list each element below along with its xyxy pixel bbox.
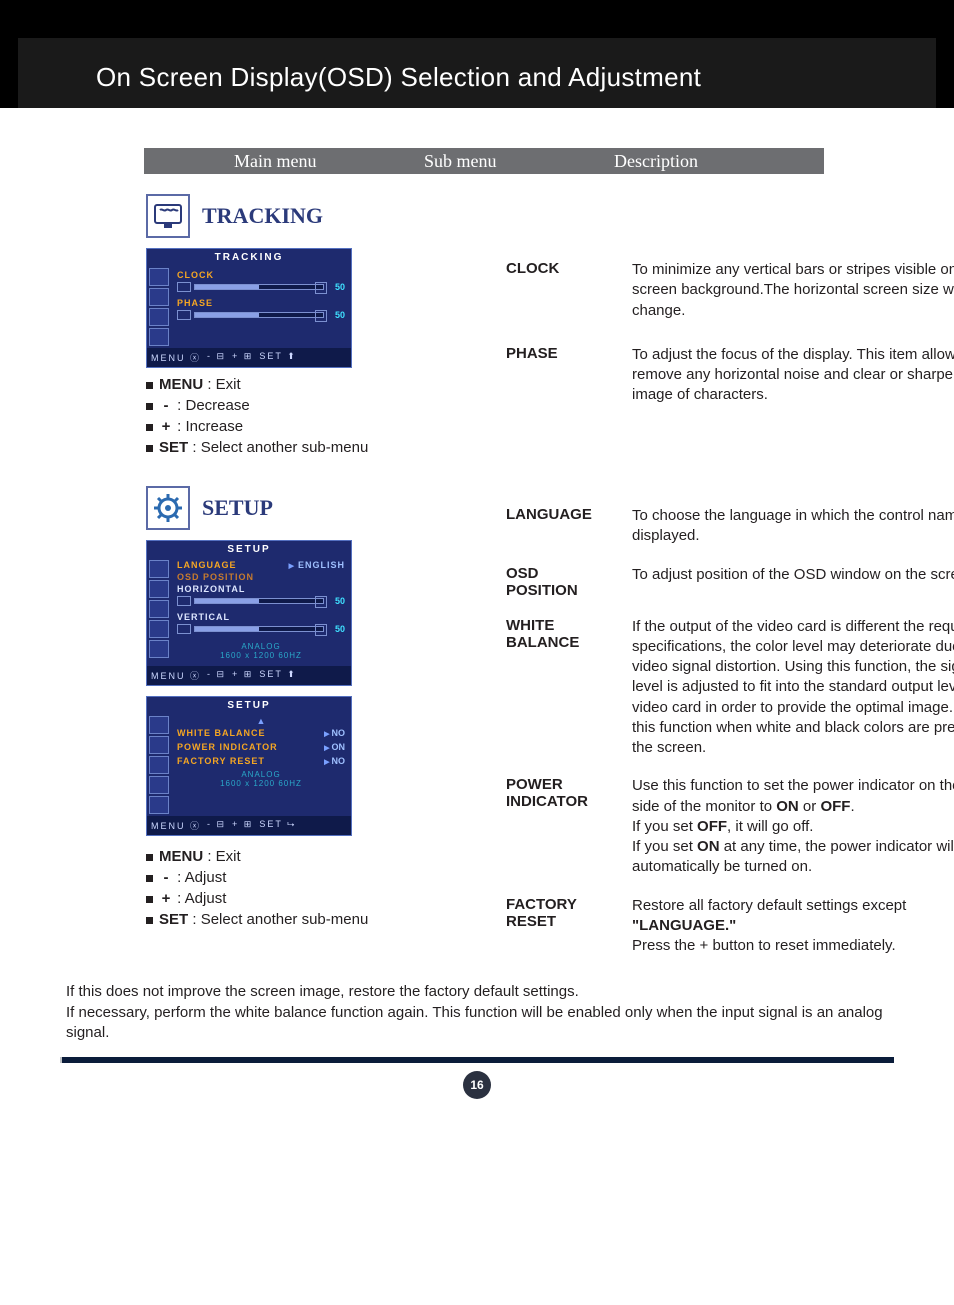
osd-title: TRACKING bbox=[147, 249, 351, 266]
column-header-bar: Main menu Sub menu Description bbox=[144, 148, 824, 174]
page-number-wrap: 16 bbox=[0, 1071, 954, 1099]
col-desc: Description bbox=[614, 148, 698, 174]
page-number: 16 bbox=[463, 1071, 491, 1099]
sub-language-desc: To choose the language in which the cont… bbox=[632, 506, 954, 547]
content: Main menu Sub menu Description TRACKING … bbox=[0, 108, 954, 956]
sub-language-label: LANGUAGE bbox=[506, 506, 626, 547]
osd-phase-label: PHASE bbox=[177, 298, 345, 308]
osd1-title: SETUP bbox=[147, 541, 351, 558]
setup-title: SETUP bbox=[202, 495, 273, 521]
osd-setup2-panel: SETUP ▲ WHITE BALANCENO POWER INDICATORO… bbox=[146, 696, 352, 836]
osd2-title: SETUP bbox=[147, 697, 351, 714]
osd-setup1-panel: SETUP LANGUAGEENGLISH OSD POSITION HORIZ… bbox=[146, 540, 352, 686]
sub-clock-label: CLOCK bbox=[506, 260, 626, 321]
osd-footer-plus: + ⊞ bbox=[232, 351, 253, 364]
sub-fr-desc: Restore all factory default settings exc… bbox=[632, 896, 954, 957]
setup-left: SETUP SETUP LANGUAGEENGLISH OSD POSITION… bbox=[146, 486, 506, 940]
header-bar: On Screen Display(OSD) Selection and Adj… bbox=[0, 0, 954, 108]
osd-clock-label: CLOCK bbox=[177, 270, 345, 280]
osd-footer-set: SET ⬆ bbox=[259, 351, 296, 364]
sub-pi-label: POWER INDICATOR bbox=[506, 776, 626, 877]
sub-wb-label: WHITE BALANCE bbox=[506, 617, 626, 759]
osd-footer-minus: - ⊟ bbox=[207, 351, 226, 364]
sub-wb-desc: If the output of the video card is diffe… bbox=[632, 617, 954, 759]
setup-section: SETUP SETUP LANGUAGEENGLISH OSD POSITION… bbox=[146, 486, 894, 956]
sub-osdpos-label: OSD POSITION bbox=[506, 565, 626, 599]
sub-phase-label: PHASE bbox=[506, 345, 626, 406]
sub-fr-label: FACTORY RESET bbox=[506, 896, 626, 957]
tracking-section: TRACKING TRACKING CLOCK 50 PHASE 50 MENU… bbox=[146, 194, 894, 458]
tracking-left: TRACKING TRACKING CLOCK 50 PHASE 50 MENU… bbox=[146, 194, 506, 458]
monitor-icon bbox=[146, 194, 190, 238]
page-title: On Screen Display(OSD) Selection and Adj… bbox=[96, 62, 701, 93]
footer-note: If this does not improve the screen imag… bbox=[66, 982, 888, 1043]
osd-tracking-panel: TRACKING CLOCK 50 PHASE 50 MENU ⓧ - ⊟ + … bbox=[146, 248, 352, 368]
tracking-title: TRACKING bbox=[202, 203, 323, 229]
sub-osdpos-desc: To adjust position of the OSD window on … bbox=[632, 565, 954, 599]
col-sub: Sub menu bbox=[424, 148, 497, 174]
sub-clock-desc: To minimize any vertical bars or stripes… bbox=[632, 260, 954, 321]
setup-legend: MENU : Exit - : Adjust + : Adjust SET : … bbox=[146, 846, 506, 930]
osd-footer-menu: MENU ⓧ bbox=[151, 351, 201, 364]
sub-pi-desc: Use this function to set the power indic… bbox=[632, 776, 954, 877]
gear-icon bbox=[146, 486, 190, 530]
divider bbox=[60, 1057, 894, 1063]
osd-phase-value: 50 bbox=[327, 310, 345, 320]
osd-clock-value: 50 bbox=[327, 282, 345, 292]
col-main: Main menu bbox=[234, 148, 317, 174]
sub-phase-desc: To adjust the focus of the display. This… bbox=[632, 345, 954, 406]
tracking-legend: MENU : Exit - : Decrease + : Increase SE… bbox=[146, 374, 506, 458]
